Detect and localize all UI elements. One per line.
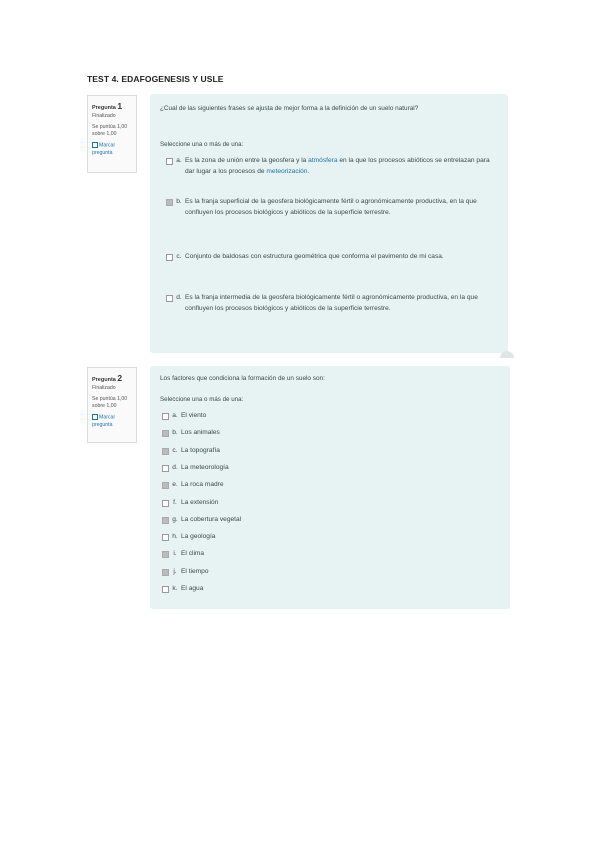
checkbox[interactable] [166, 158, 173, 165]
question-2-info: Pregunta 2 Finalizado Se puntúa 1,00 sob… [87, 367, 137, 443]
option-d[interactable]: d. Es la franja intermedia de la geosfer… [166, 292, 500, 314]
option-c[interactable]: c. La topografía [162, 445, 462, 456]
scroll-handle [500, 351, 514, 358]
question-text: ¿Cual de las siguientes frases se ajusta… [160, 105, 419, 112]
question-score: Se puntúa 1,00 sobre 1,00 [92, 395, 128, 410]
question-text: Los factores que condiciona la formación… [160, 375, 325, 382]
checkbox[interactable] [166, 295, 173, 302]
checkbox-checked[interactable] [162, 447, 169, 455]
question-number: Pregunta 1 [92, 101, 123, 111]
checkbox[interactable] [162, 464, 169, 472]
question-status: Finalizado [92, 112, 116, 119]
flag-icon [92, 142, 98, 149]
option-h[interactable]: h. La geología [162, 531, 462, 542]
option-d[interactable]: d. La meteorología [162, 462, 462, 473]
page-title: TEST 4. EDAFOGENESIS Y USLE [87, 74, 224, 84]
option-b[interactable]: b. Es la franja superficial de la geosfe… [166, 196, 500, 218]
option-g[interactable]: g. La cobertura vegetal [162, 514, 462, 525]
option-e[interactable]: e. La roca madre [162, 479, 462, 490]
option-c[interactable]: c. Conjunto de baldosas con estructura g… [166, 251, 500, 262]
flag-icon [92, 414, 98, 421]
answer-prompt: Seleccione una o más de una: [160, 396, 244, 403]
checkbox-checked[interactable] [162, 551, 169, 559]
option-f[interactable]: f. La extensión [162, 497, 462, 508]
option-a[interactable]: a. El viento [162, 410, 462, 421]
question-1-info: Pregunta 1 Finalizado Se puntúa 1,00 sob… [87, 95, 137, 173]
question-score: Se puntúa 1,00 sobre 1,00 [92, 123, 128, 138]
checkbox[interactable] [162, 499, 169, 507]
question-2-content: Los factores que condiciona la formación… [150, 366, 510, 609]
checkbox-checked[interactable] [162, 568, 169, 576]
checkbox[interactable] [162, 586, 169, 593]
glossary-link[interactable]: meteorización [266, 168, 307, 175]
option-a[interactable]: a. Es la zona de unión entre la geosfera… [166, 155, 500, 177]
checkbox-checked[interactable] [162, 430, 169, 438]
question-status: Finalizado [92, 384, 116, 391]
checkbox[interactable] [162, 413, 169, 420]
checkbox-checked[interactable] [162, 482, 169, 490]
checkbox-checked[interactable] [166, 199, 173, 206]
flag-question-link[interactable]: Marcar pregunta [92, 414, 132, 430]
question-1-content: ¿Cual de las siguientes frases se ajusta… [150, 94, 508, 353]
option-b[interactable]: b. Los animales [162, 427, 462, 438]
option-j[interactable]: j. El tiempo [162, 566, 462, 577]
question-number: Pregunta 2 [92, 373, 123, 383]
option-i[interactable]: i. El clima [162, 548, 462, 559]
flag-question-link[interactable]: Marcar pregunta [92, 142, 132, 158]
answer-prompt: Seleccione una o más de una: [160, 141, 244, 148]
option-k[interactable]: k. El agua [162, 583, 462, 594]
checkbox-checked[interactable] [162, 516, 169, 524]
checkbox[interactable] [166, 254, 173, 261]
checkbox[interactable] [162, 534, 169, 542]
glossary-link[interactable]: atmósfera [308, 157, 337, 164]
